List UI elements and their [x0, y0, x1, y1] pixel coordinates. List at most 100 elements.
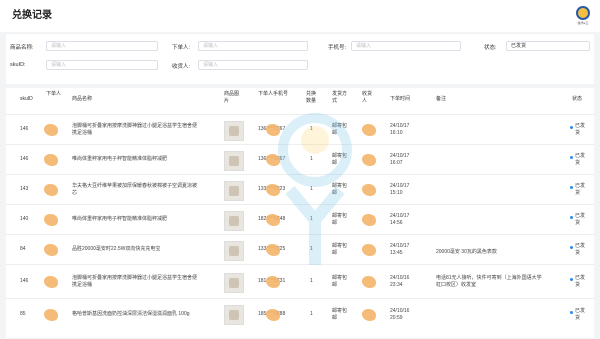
- brand-logo: 快乐E卫: [574, 6, 592, 28]
- status-dot: [570, 311, 573, 314]
- qty-cell: 1: [310, 311, 313, 317]
- phone-blur: [266, 244, 280, 256]
- status-dot: [570, 216, 573, 219]
- product-image[interactable]: [224, 305, 244, 325]
- col-header-user: 下单人: [46, 91, 62, 97]
- status-cell: 已发货: [575, 275, 586, 288]
- table-row: 143 华夫格大豆纤维苹果被加厚保暖春秋被棉被子空调夏凉被芯 133****28…: [6, 174, 594, 205]
- phone-blur: [266, 214, 280, 226]
- shipping-cell: 邮寄包邮: [332, 213, 348, 226]
- table-row: 146 泡脚桶可折叠家用按摩洗脚神器过小腿足浴盆学生宿舍便携足浴桶 136***…: [6, 114, 594, 145]
- shipping-cell: 邮寄包邮: [332, 275, 348, 288]
- product-image[interactable]: [224, 121, 244, 141]
- sku-cell: 143: [20, 186, 29, 192]
- time-cell: 24/10/16 23:34: [390, 275, 410, 288]
- product-image[interactable]: [224, 273, 244, 293]
- sku-cell: 84: [20, 246, 26, 252]
- user-avatar-blurred: [44, 184, 58, 196]
- filter-panel: 商品名称: 请输入 下单人: 请输入 手机号: 请输入 状态: 已发货 skuI…: [6, 34, 594, 84]
- col-header-status: 状态: [572, 96, 583, 102]
- product-image[interactable]: [224, 241, 244, 261]
- col-header-phone: 下单人手机号: [258, 91, 289, 97]
- product-image[interactable]: [224, 151, 244, 171]
- time-cell: 24/10/17 16:10: [390, 123, 410, 136]
- receiver-blurred: [362, 184, 376, 196]
- sku-cell: 146: [20, 278, 29, 284]
- status-dot: [570, 156, 573, 159]
- col-header-image: 商品图片: [224, 91, 240, 104]
- time-cell: 24/10/16 20:59: [390, 308, 410, 321]
- col-header-qty: 兑换数量: [306, 91, 317, 104]
- col-header-shipping: 发货方式: [332, 91, 348, 104]
- shipping-cell: 邮寄包邮: [332, 308, 348, 321]
- status-label: 状态:: [484, 45, 497, 51]
- receiver-blurred: [362, 244, 376, 256]
- receiver-blurred: [362, 309, 376, 321]
- shipping-cell: 邮寄包邮: [332, 183, 348, 196]
- product-name-cell: 泡脚桶可折叠家用按摩洗脚神器过小腿足浴盆学生宿舍便 携足浴桶: [72, 275, 198, 288]
- sku-cell: 85: [20, 311, 26, 317]
- status-cell: 已发货: [575, 183, 586, 196]
- user-avatar-blurred: [44, 276, 58, 288]
- page-header: 兑换记录 快乐E卫: [0, 0, 600, 32]
- status-select[interactable]: 已发货: [506, 41, 590, 51]
- status-dot: [570, 186, 573, 189]
- remark-cell: 电话81无人接听，快件可寄到（上海外国语大学 虹口校区）收发室: [436, 275, 542, 288]
- user-avatar-blurred: [44, 124, 58, 136]
- col-header-time: 下单时间: [390, 96, 411, 102]
- product-name-input[interactable]: 请输入: [46, 41, 158, 51]
- user-label: 下单人:: [172, 45, 191, 51]
- receiver-blurred: [362, 124, 376, 136]
- sku-input[interactable]: 请输入: [46, 60, 158, 70]
- phone-blur: [266, 124, 280, 136]
- product-name-cell: 华夫格大豆纤维苹果被加厚保暖春秋被棉被子空调夏凉被芯: [72, 183, 198, 196]
- status-cell: 已发货: [575, 308, 586, 321]
- receiver-blurred: [362, 214, 376, 226]
- product-name-cell: 唯尚体重秤家用电子秤智能精准体脂秤减肥: [72, 156, 168, 162]
- user-avatar-blurred: [44, 154, 58, 166]
- status-dot: [570, 246, 573, 249]
- qty-cell: 1: [310, 278, 313, 284]
- qty-cell: 1: [310, 186, 313, 192]
- status-dot: [570, 278, 573, 281]
- product-image[interactable]: [224, 181, 244, 201]
- product-name-cell: 唯尚体重秤家用电子秤智能精准体脂秤减肥: [72, 216, 168, 222]
- table-row: 140 唯尚体重秤家用电子秤智能精准体脂秤减肥 182****0848 1 邮寄…: [6, 204, 594, 235]
- table-row: 85 格哈普斯基因洗面奶控油深层清洁保湿滋润面乳 100g 185****088…: [6, 298, 594, 339]
- sku-cell: 146: [20, 156, 29, 162]
- col-header-skuid: skuID: [20, 96, 33, 102]
- table-row: 146 泡脚桶可折叠家用按摩洗脚神器过小腿足浴盆学生宿舍便携足浴桶 181***…: [6, 264, 594, 299]
- phone-blur: [266, 154, 280, 166]
- status-cell: 已发货: [575, 153, 586, 166]
- user-avatar-blurred: [44, 214, 58, 226]
- qty-cell: 1: [310, 246, 313, 252]
- phone-blur: [266, 276, 280, 288]
- brand-logo-text: 快乐E卫: [577, 21, 589, 25]
- receiver-input[interactable]: 请输入: [198, 60, 308, 70]
- user-input[interactable]: 请输入: [198, 41, 308, 51]
- product-name-cell: 格哈普斯基因洗面奶控油深层清洁保湿滋润面乳 100g: [72, 311, 190, 317]
- col-header-receiver: 收货人: [362, 91, 373, 104]
- sku-cell: 146: [20, 126, 29, 132]
- qty-cell: 1: [310, 156, 313, 162]
- time-cell: 24/10/17 15:10: [390, 183, 410, 196]
- user-avatar-blurred: [44, 244, 58, 256]
- status-cell: 已发货: [575, 243, 586, 256]
- table-row: 84 品胜20000毫安时22.5W双向快充充电宝 133****7325 1 …: [6, 234, 594, 265]
- remark-cell: 20000毫安 30瓦的黑色表款: [436, 249, 497, 255]
- product-name-cell: 泡脚桶可折叠家用按摩洗脚神器过小腿足浴盆学生宿舍便 携足浴桶: [72, 123, 198, 136]
- phone-label: 手机号:: [328, 45, 347, 51]
- sku-label: skuID:: [10, 62, 26, 68]
- phone-blur: [266, 184, 280, 196]
- time-cell: 24/10/17 13:45: [390, 243, 410, 256]
- phone-input[interactable]: 请输入: [351, 41, 461, 51]
- product-image[interactable]: [224, 211, 244, 231]
- shipping-cell: 邮寄包邮: [332, 153, 348, 166]
- shipping-cell: 邮寄包邮: [332, 243, 348, 256]
- page-title: 兑换记录: [12, 10, 52, 21]
- col-header-product: 商品名称: [72, 96, 93, 102]
- qty-cell: 1: [310, 216, 313, 222]
- receiver-blurred: [362, 154, 376, 166]
- qty-cell: 1: [310, 126, 313, 132]
- time-cell: 24/10/17 14:56: [390, 213, 410, 226]
